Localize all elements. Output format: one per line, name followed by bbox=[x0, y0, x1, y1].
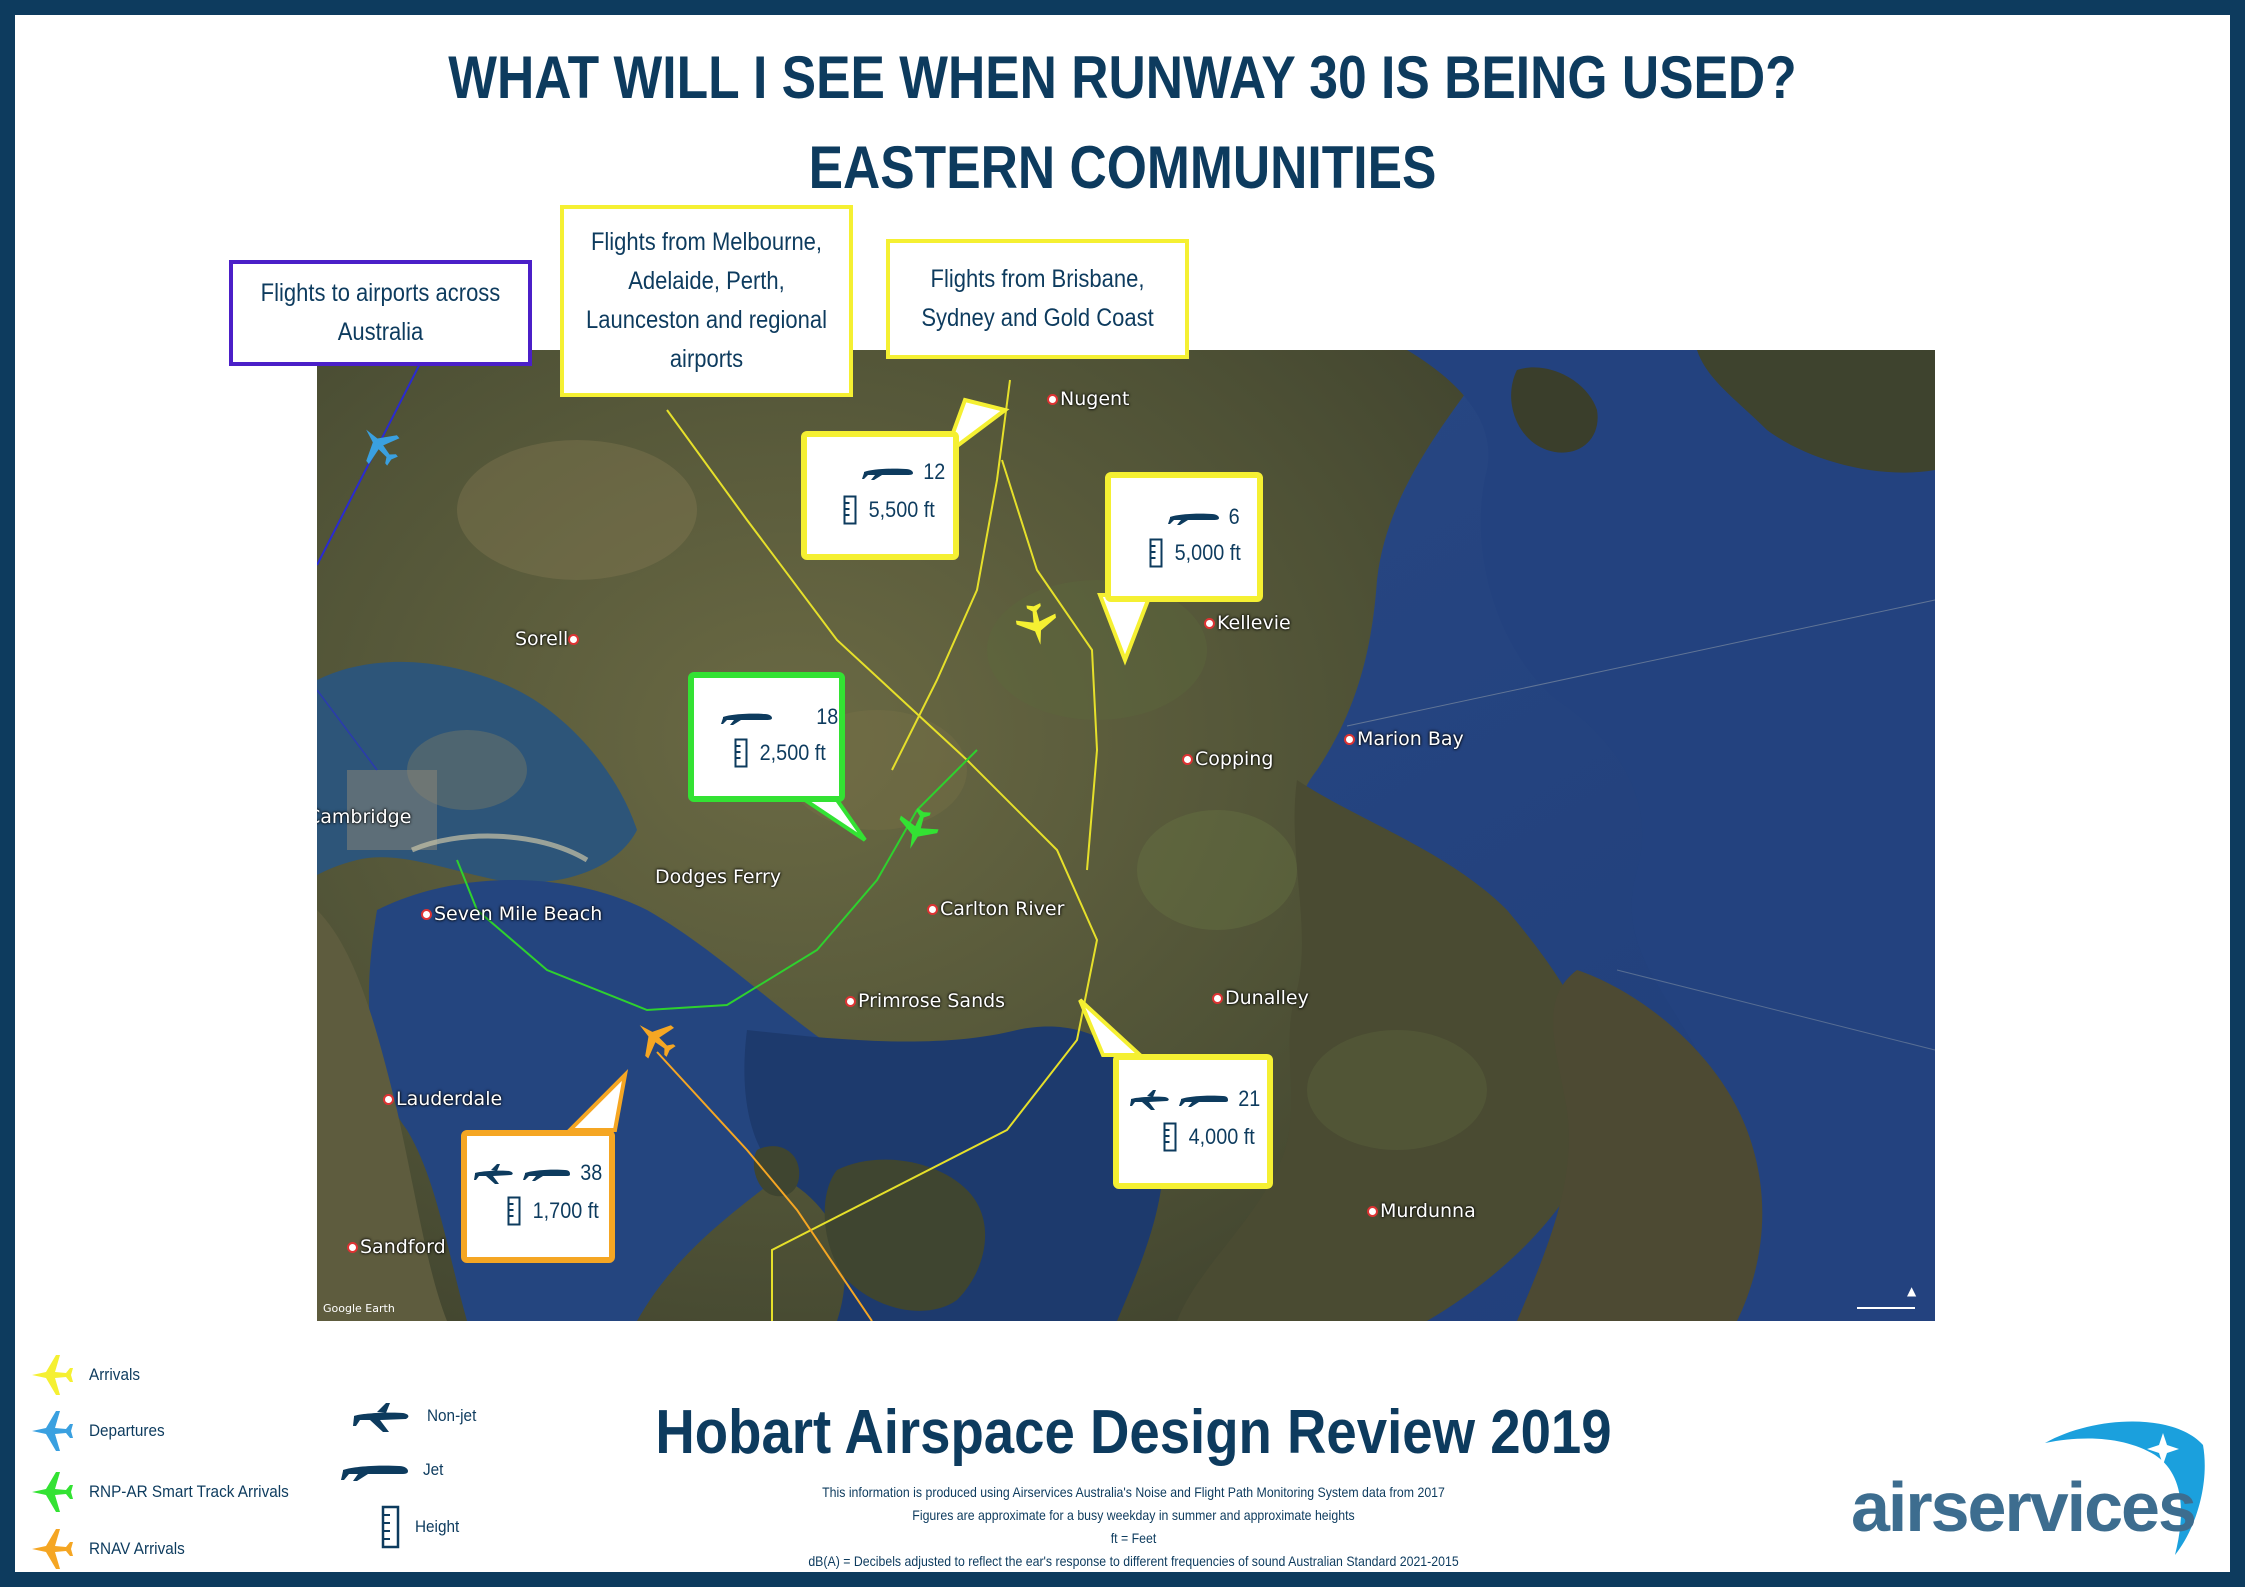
jet-icon bbox=[341, 1465, 408, 1481]
departure-plane-icon bbox=[32, 1411, 73, 1451]
info-box-6: 6 5,000 ft bbox=[1105, 472, 1263, 602]
legend-non-jet: Non-jet bbox=[351, 1399, 482, 1433]
departures-callout: Flights to airports across Australia bbox=[229, 260, 532, 366]
poster: WHAT WILL I SEE WHEN RUNWAY 30 IS BEING … bbox=[0, 0, 2245, 1587]
legend-rnav: RNAV Arrivals bbox=[29, 1529, 195, 1569]
height-icon bbox=[734, 738, 748, 768]
jet-icon bbox=[1168, 513, 1219, 525]
non-jet-icon bbox=[474, 1164, 513, 1184]
legend-departures: Departures bbox=[29, 1411, 173, 1451]
jet-icon bbox=[1179, 1095, 1228, 1107]
rnav-plane-icon bbox=[32, 1529, 73, 1569]
height-icon bbox=[1149, 538, 1163, 568]
legend-jet: Jet bbox=[341, 1458, 446, 1482]
info-box-38: 38 1,700 ft bbox=[461, 1130, 615, 1263]
jet-icon bbox=[862, 468, 913, 480]
height-icon bbox=[1163, 1122, 1177, 1152]
height-icon bbox=[507, 1196, 521, 1226]
height-icon bbox=[381, 1505, 400, 1549]
legend-arrivals: Arrivals bbox=[29, 1355, 146, 1395]
jet-icon bbox=[523, 1169, 570, 1181]
arrival-plane-icon bbox=[32, 1355, 73, 1395]
footer-title: Hobart Airspace Design Review 2019 bbox=[655, 1398, 1612, 1467]
info-box-21: 21 4,000 ft bbox=[1113, 1054, 1273, 1189]
info-box-18: 18 2,500 ft bbox=[688, 672, 845, 802]
non-jet-icon bbox=[353, 1403, 409, 1432]
info-box-12: 12 5,500 ft bbox=[801, 431, 959, 560]
airservices-logo: airservices bbox=[1851, 1468, 2197, 1546]
legend-rnp: RNP-AR Smart Track Arrivals bbox=[29, 1472, 311, 1512]
jet-icon bbox=[721, 713, 772, 725]
rnp-plane-icon bbox=[32, 1472, 73, 1512]
west-arrivals-callout: Flights from Melbourne, Adelaide, Perth,… bbox=[560, 205, 853, 397]
legend-height: Height bbox=[381, 1505, 464, 1549]
non-jet-icon bbox=[1130, 1090, 1169, 1110]
north-arrivals-callout: Flights from Brisbane, Sydney and Gold C… bbox=[886, 239, 1189, 359]
footer-notes: This information is produced using Airse… bbox=[808, 1484, 1459, 1569]
height-icon bbox=[843, 495, 857, 525]
